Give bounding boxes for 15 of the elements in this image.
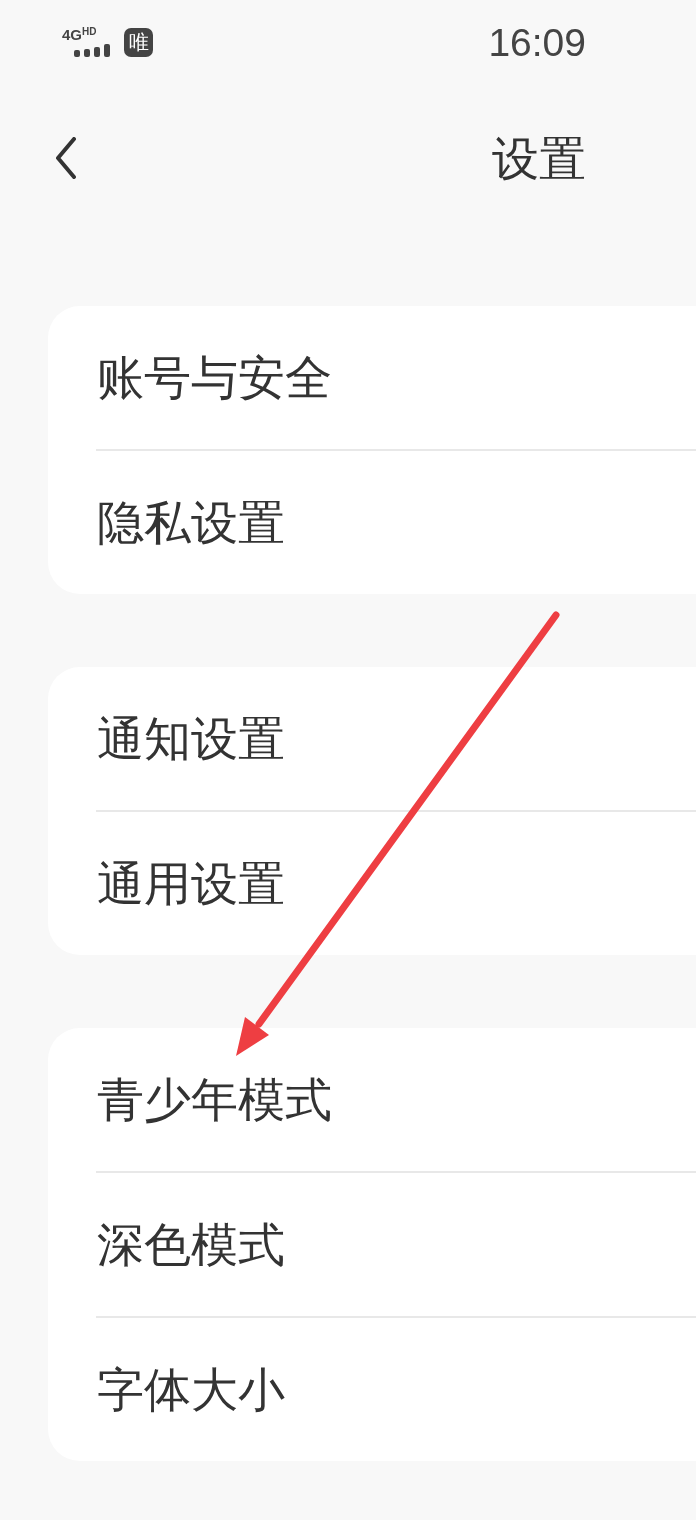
back-icon [55,137,77,179]
settings-item[interactable]: 账号与安全 [97,354,332,401]
page-title: 设置 [492,134,586,182]
status-time: 16:09 [488,22,586,62]
signal-strength-icon [74,44,110,57]
status-badge: 唯 [124,27,153,57]
hd-label: HD [82,27,97,37]
settings-item[interactable]: 隐私设置 [97,499,285,546]
network-type-label: 4G [62,27,82,42]
settings-item[interactable]: 深色模式 [97,1221,285,1268]
settings-item[interactable]: 通知设置 [97,715,285,762]
settings-item[interactable]: 字体大小 [97,1366,285,1413]
settings-item[interactable]: 通用设置 [97,860,285,907]
back-button[interactable] [55,137,77,179]
settings-item[interactable]: 青少年模式 [97,1076,332,1123]
